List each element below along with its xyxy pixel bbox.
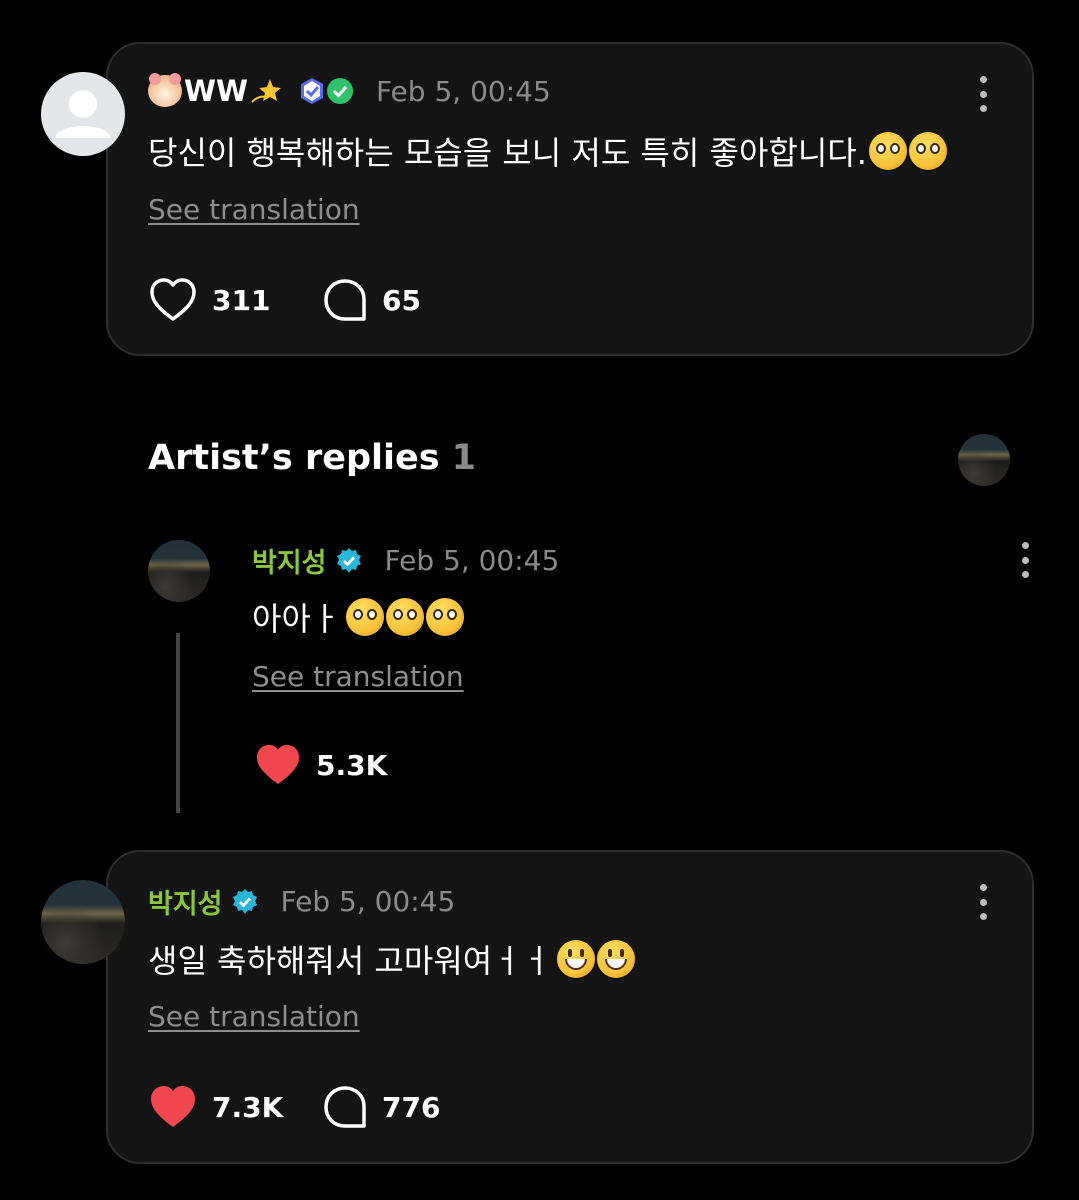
artist-replies-count: 1 [451,438,476,478]
comment-more-icon[interactable] [978,76,988,112]
artist-post-name[interactable]: 박지성 [148,882,223,921]
heart-filled-icon [256,744,300,785]
reply-text: 아아ㅏ [252,600,341,638]
grinning-face-icon [557,940,596,978]
reply-artist-name[interactable]: 박지성 [252,541,327,580]
user-default-icon [55,90,111,138]
comment-reply-button[interactable]: 65 [322,277,421,323]
reply-more-icon[interactable] [1020,542,1030,578]
artist-post-like-count: 7.3K [212,1090,284,1124]
comment-like-count: 311 [212,283,271,317]
artist-post-avatar[interactable] [41,880,125,964]
pleading-face-icon [868,132,907,170]
comment-bubble-icon [324,1086,366,1128]
artist-post-reply-count: 776 [382,1090,441,1124]
heart-filled-icon [151,1086,195,1127]
artist-replies-avatar[interactable] [958,434,1010,486]
verified-check-badge-icon [326,78,353,104]
artist-replies-title: Artist’s replies [148,438,440,478]
artist-replies-heading: Artist’s replies 1 [148,438,476,478]
artist-post-see-translation-link[interactable]: See translation [148,1000,360,1033]
grinning-face-icon [597,940,636,978]
comment-text-row: 당신이 행복해하는 모습을 보니 저도 특히 좋아합니다. [148,128,947,174]
reply-see-translation-link[interactable]: See translation [252,660,464,693]
pleading-face-icon [908,132,947,170]
comment-text: 당신이 행복해하는 모습을 보니 저도 특히 좋아합니다. [148,134,867,172]
comment-bubble-icon [324,279,366,321]
reply-artist-avatar[interactable] [148,540,210,602]
commenter-avatar[interactable] [41,72,125,156]
artist-post-text-row: 생일 축하해줘서 고마워여ㅓㅓ [148,936,636,982]
reply-like-count: 5.3K [316,748,388,782]
artist-post-more-icon[interactable] [978,884,988,920]
comment-date: Feb 5, 00:45 [375,74,551,108]
heart-outline-icon [150,278,196,321]
membership-badge-icon [300,78,323,104]
commenter-username[interactable]: WW [184,74,248,108]
verified-badge-icon [336,547,361,573]
comment-reply-count: 65 [382,283,421,317]
artist-post-date: Feb 5, 00:45 [280,885,456,918]
pleading-face-icon [386,598,425,636]
comment-header: WW Feb 5, 00:45 [148,73,551,108]
artist-post-text: 생일 축하해줘서 고마워여ㅓㅓ [148,942,552,980]
artist-post-header: 박지성 Feb 5, 00:45 [148,882,455,921]
reply-thread-line [176,633,180,813]
verified-badge-icon [232,888,257,914]
reply-header: 박지성 Feb 5, 00:45 [252,541,559,580]
reply-text-row: 아아ㅏ [252,594,465,640]
pleading-face-icon [346,598,385,636]
dizzy-star-icon [251,79,281,103]
reply-date: Feb 5, 00:45 [384,544,560,577]
comment-like-button[interactable]: 311 [148,277,270,323]
hamster-emoji-icon [148,73,182,107]
pleading-face-icon [426,598,465,636]
comment-see-translation-link[interactable]: See translation [148,193,360,226]
artist-post-reply-button[interactable]: 776 [322,1084,440,1130]
artist-post-like-button[interactable]: 7.3K [148,1084,283,1130]
reply-like-button[interactable]: 5.3K [254,743,387,787]
